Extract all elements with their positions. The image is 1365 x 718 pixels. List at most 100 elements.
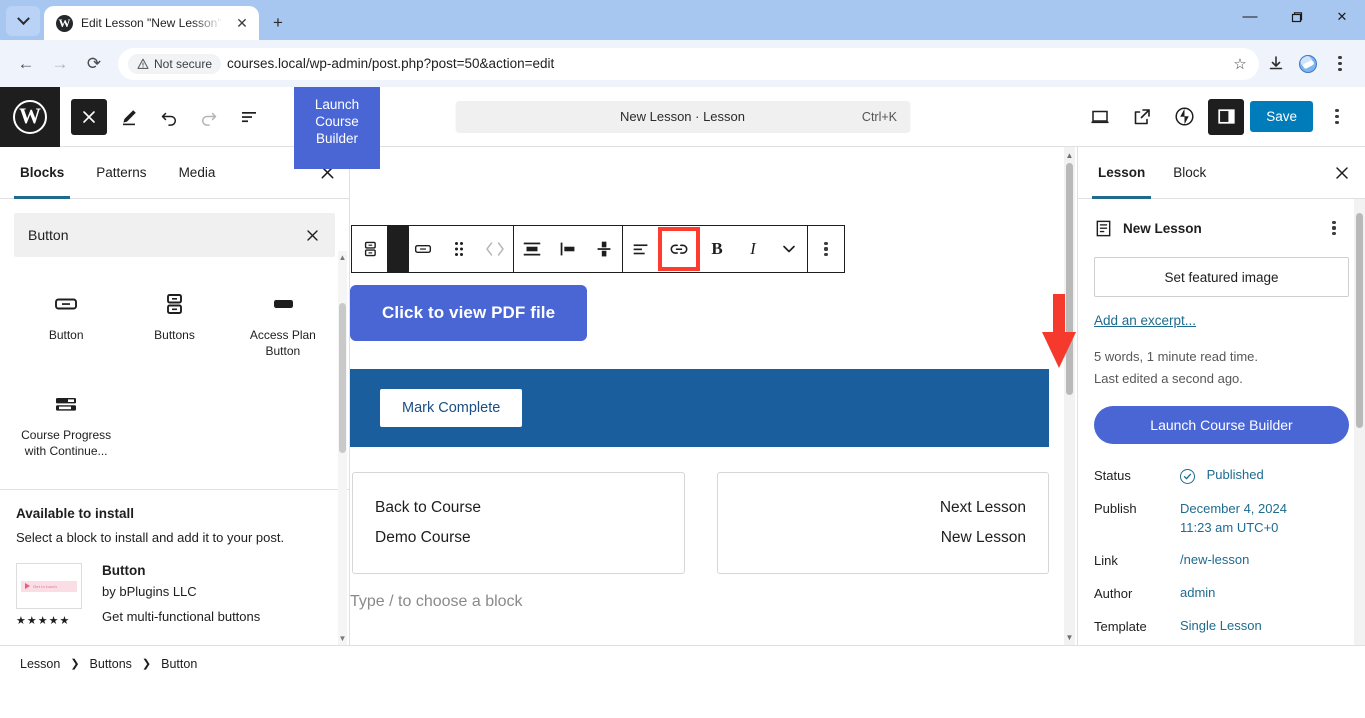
breadcrumb-item-buttons[interactable]: Buttons (90, 657, 132, 671)
launch-course-builder-button[interactable]: Launch Course Builder (1094, 406, 1349, 444)
save-button[interactable]: Save (1250, 101, 1313, 132)
text-align-icon[interactable] (623, 226, 659, 272)
bookmark-star-icon[interactable]: ☆ (1227, 51, 1253, 77)
preview-device-icon[interactable] (1082, 99, 1118, 135)
new-tab-button[interactable]: + (267, 12, 289, 34)
browser-toolbar: ← → ⟳ Not secure courses.local/wp-admin/… (0, 40, 1365, 87)
external-link-icon[interactable] (1124, 99, 1160, 135)
plugin-author: by bPlugins LLC (102, 584, 197, 599)
redo-button[interactable] (191, 99, 227, 135)
undo-button[interactable] (151, 99, 187, 135)
block-type-button[interactable] (405, 226, 441, 272)
breadcrumb-item-lesson[interactable]: Lesson (20, 657, 60, 671)
block-item-label: Access Plan Button (249, 328, 316, 358)
more-formatting-button[interactable] (771, 226, 807, 272)
block-drag-handle[interactable] (387, 225, 409, 273)
tab-search-button[interactable] (6, 6, 40, 36)
breadcrumb: Lesson ❯ Buttons ❯ Button (0, 645, 1365, 681)
inserter-scroll-thumb[interactable] (339, 303, 346, 453)
reload-button[interactable]: ⟳ (78, 48, 110, 80)
canvas-scrollbar[interactable]: ▲ ▼ (1064, 147, 1075, 645)
empty-block-placeholder[interactable]: Type / to choose a block (350, 593, 523, 611)
redo-icon (201, 112, 217, 126)
toolbar-parent-section (351, 225, 389, 273)
align-left-icon[interactable] (550, 226, 586, 272)
tab-block[interactable]: Block (1159, 147, 1220, 199)
browser-menu-icon[interactable] (1325, 49, 1355, 79)
sidebar-scrollbar[interactable] (1354, 199, 1365, 645)
move-chevrons-icon[interactable] (477, 226, 513, 272)
add-excerpt-link[interactable]: Add an excerpt... (1094, 313, 1196, 328)
align-full-icon[interactable] (514, 226, 550, 272)
scroll-up-arrow-icon[interactable]: ▲ (338, 253, 347, 262)
window-maximize-button[interactable] (1273, 0, 1319, 34)
field-label: Publish (1094, 501, 1137, 516)
nav-next-card[interactable]: Next Lesson New Lesson (716, 472, 1049, 574)
launch-course-builder-header-button[interactable]: Launch Course Builder (294, 87, 380, 169)
drag-dots-icon[interactable] (441, 226, 477, 272)
block-item-course-progress[interactable]: Course Progress with Continue... (12, 377, 120, 471)
field-status: Status Published (1094, 466, 1349, 485)
search-input[interactable] (28, 227, 299, 243)
block-item-buttons[interactable]: Buttons (120, 277, 228, 371)
browser-tab-title: Edit Lesson "New Lesson" ‹ cou (81, 16, 223, 30)
set-featured-image-button[interactable]: Set featured image (1094, 257, 1349, 297)
forward-button[interactable]: → (44, 48, 76, 80)
field-value-author[interactable]: admin (1180, 584, 1215, 602)
link-icon (670, 244, 688, 254)
field-value-publish[interactable]: December 4, 2024 11:23 am UTC+0 (1180, 499, 1310, 537)
edit-tool-button[interactable] (111, 99, 147, 135)
scroll-down-arrow-icon[interactable]: ▼ (338, 634, 347, 643)
bold-button[interactable]: B (699, 226, 735, 272)
field-template: Template Single Lesson (1094, 617, 1349, 636)
command-bar[interactable]: New Lesson · Lesson Ctrl+K (455, 100, 910, 133)
tab-media[interactable]: Media (163, 147, 232, 199)
editor-main: Blocks Patterns Media Button Button Butt… (0, 147, 1365, 645)
document-actions-menu[interactable] (1319, 213, 1349, 243)
settings-panel-toggle[interactable] (1208, 98, 1245, 135)
pdf-link-button[interactable]: Click to view PDF file (350, 285, 588, 341)
window-close-button[interactable]: ✕ (1319, 0, 1365, 34)
italic-button[interactable]: I (735, 226, 771, 272)
plugin-list-item[interactable]: Get in touch ★★★★★ Button by bPlugins LL… (16, 563, 333, 627)
parent-buttons-block-button[interactable] (352, 226, 388, 272)
align-vertical-icon[interactable] (586, 226, 622, 272)
address-bar[interactable]: Not secure courses.local/wp-admin/post.p… (118, 47, 1259, 80)
back-button[interactable]: ← (10, 48, 42, 80)
wordpress-logo-icon[interactable]: W (0, 86, 60, 147)
browser-tab[interactable]: W Edit Lesson "New Lesson" ‹ cou ✕ (44, 6, 259, 40)
close-icon[interactable]: ✕ (231, 12, 253, 34)
field-value-template[interactable]: Single Lesson (1180, 617, 1262, 635)
nav-previous-card[interactable]: Back to Course Demo Course (352, 472, 685, 574)
canvas-scroll-down-icon[interactable]: ▼ (1064, 630, 1075, 644)
tab-patterns[interactable]: Patterns (80, 147, 162, 199)
tab-blocks[interactable]: Blocks (4, 147, 80, 199)
close-inserter-button[interactable] (71, 98, 107, 135)
inserter-scrollbar[interactable]: ▲ ▼ (338, 251, 347, 645)
warning-triangle-icon (137, 58, 149, 69)
block-options-button[interactable] (808, 226, 844, 272)
list-view-button[interactable] (231, 99, 267, 135)
close-sidebar-icon[interactable] (1325, 156, 1359, 190)
field-value-link[interactable]: /new-lesson (1180, 551, 1249, 569)
site-security-badge[interactable]: Not secure (128, 53, 222, 74)
block-item-button[interactable]: Button (12, 277, 120, 371)
search-box[interactable] (14, 213, 335, 257)
jetpack-icon[interactable] (1166, 99, 1202, 135)
sidebar-scroll-thumb[interactable] (1356, 213, 1363, 428)
extension-icon[interactable] (1293, 49, 1323, 79)
block-item-access-plan-button[interactable]: Access Plan Button (229, 277, 337, 371)
field-value-status[interactable]: Published (1180, 466, 1264, 484)
mark-complete-button[interactable]: Mark Complete (380, 389, 523, 427)
breadcrumb-item-button[interactable]: Button (161, 657, 197, 671)
download-icon[interactable] (1261, 49, 1291, 79)
course-progress-icon (56, 398, 77, 411)
clear-search-icon[interactable] (299, 222, 325, 248)
tab-lesson[interactable]: Lesson (1084, 147, 1159, 199)
editor-options-menu[interactable] (1319, 99, 1355, 135)
editor-header: W Launch Course Builder New Lesson · Les… (0, 86, 1365, 169)
window-minimize-button[interactable]: — (1227, 0, 1273, 34)
canvas-scroll-up-icon[interactable]: ▲ (1064, 148, 1075, 162)
block-item-label: Course Progress with Continue... (21, 428, 112, 458)
link-button[interactable] (658, 227, 700, 271)
